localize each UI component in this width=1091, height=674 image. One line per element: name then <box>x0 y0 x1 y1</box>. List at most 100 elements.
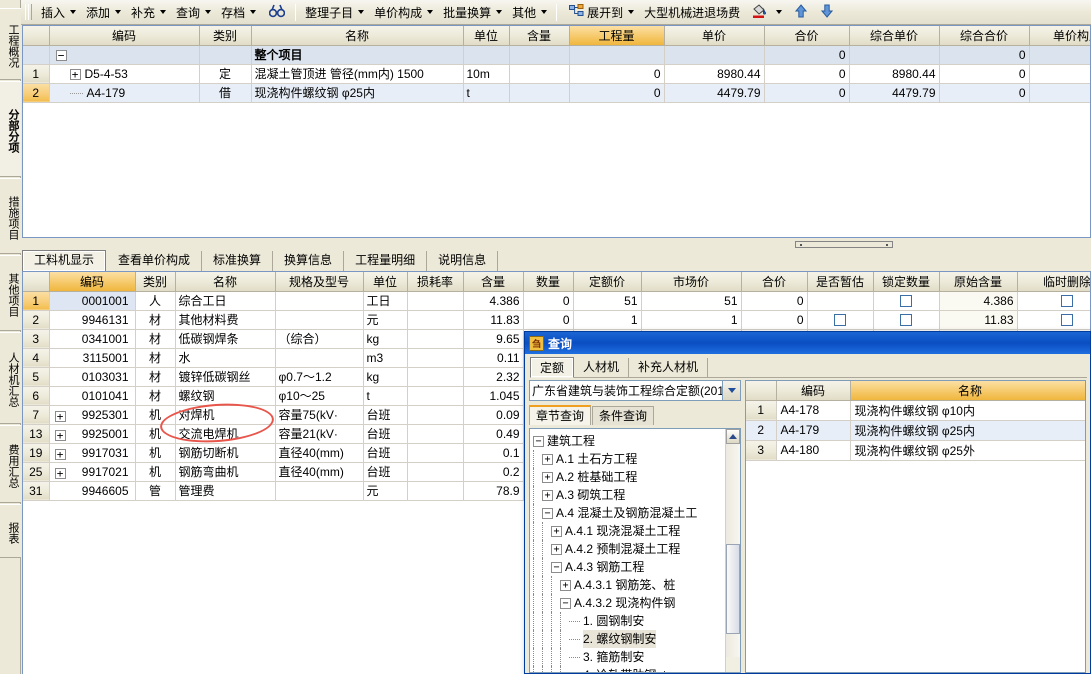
dialog-subtab-2[interactable]: 条件查询 <box>592 406 655 425</box>
lower-column-header-4[interactable]: 名称 <box>175 272 276 292</box>
item-grid[interactable]: 编码类别名称单位含量工程量单价合价综合单价综合合价单价构成文件−整个项目001+… <box>22 25 1091 238</box>
cell-total[interactable]: 0 <box>741 310 808 330</box>
cell-综合合价[interactable]: 0 <box>939 64 1030 84</box>
lower-column-header-12[interactable]: 合价 <box>741 272 808 292</box>
row-number[interactable]: 5 <box>23 367 50 387</box>
lower-column-header-15[interactable]: 原始含量 <box>939 272 1018 292</box>
cell-orig[interactable]: 11.83 <box>939 310 1018 330</box>
sidebar-tab-6[interactable]: 费用汇总 <box>0 425 21 503</box>
cell-content[interactable]: 2.32 <box>463 367 524 387</box>
scroll-up-button[interactable] <box>726 429 740 444</box>
row-number[interactable]: 31 <box>23 481 50 501</box>
cell-lock_qty[interactable] <box>873 291 940 311</box>
paint-bucket-button[interactable] <box>743 2 787 23</box>
cell-unit[interactable]: 元 <box>363 310 408 330</box>
cell-cat[interactable]: 人 <box>135 291 176 311</box>
lower-column-header-13[interactable]: 是否暂估 <box>807 272 874 292</box>
cell-unit[interactable]: kg <box>363 329 408 349</box>
splitter-grip[interactable] <box>795 241 893 248</box>
cell-合价[interactable]: 0 <box>764 45 850 65</box>
lower-column-header-14[interactable]: 锁定数量 <box>873 272 940 292</box>
cell-content[interactable]: 0.2 <box>463 462 524 482</box>
cell-cat[interactable]: 机 <box>135 462 176 482</box>
lower-column-header-8[interactable]: 含量 <box>463 272 524 292</box>
cell-loss[interactable] <box>407 386 464 406</box>
cell-工程量[interactable]: 0 <box>569 64 665 84</box>
cell-name[interactable]: 钢筋弯曲机 <box>175 462 276 482</box>
cell-loss[interactable] <box>407 462 464 482</box>
dialog-row-number[interactable]: 3 <box>746 440 777 461</box>
collapse-icon[interactable]: − <box>533 435 544 447</box>
row-number[interactable]: 6 <box>23 386 50 406</box>
cell-name[interactable]: 钢筋切断机 <box>175 443 276 463</box>
cell-code[interactable]: +9925001 <box>49 424 136 444</box>
cell-loss[interactable] <box>407 443 464 463</box>
cell-单价[interactable] <box>664 45 765 65</box>
cell-类别[interactable]: 借 <box>199 83 252 103</box>
column-header-7[interactable]: 工程量 <box>569 26 665 46</box>
row-number[interactable]: 25 <box>23 462 50 482</box>
cell-code[interactable]: 0101041 <box>49 386 136 406</box>
scroll-thumb[interactable] <box>726 544 740 634</box>
tree-node-14[interactable]: 4. 冷轧带肋钢аt <box>533 666 740 672</box>
cell-name[interactable]: 水 <box>175 348 276 368</box>
cell-unit[interactable]: 台班 <box>363 462 408 482</box>
cell-loss[interactable] <box>407 367 464 387</box>
lower-column-header-10[interactable]: 定额价 <box>573 272 642 292</box>
cell-单价[interactable]: 8980.44 <box>664 64 765 84</box>
cell-provisional[interactable] <box>807 310 874 330</box>
lower-column-header-3[interactable]: 类别 <box>135 272 176 292</box>
dialog-subtab-1[interactable]: 章节查询 <box>529 405 592 425</box>
column-header-8[interactable]: 单价 <box>664 26 765 46</box>
cell-content[interactable]: 0.1 <box>463 443 524 463</box>
cell-fixed_price[interactable]: 51 <box>573 291 642 311</box>
cell-name[interactable]: 低碳钢焊条 <box>175 329 276 349</box>
expand-icon[interactable]: + <box>69 68 81 80</box>
lower-column-header-6[interactable]: 单位 <box>363 272 408 292</box>
expand-icon[interactable]: + <box>54 467 66 479</box>
sidebar-tab-1[interactable]: 工程概况 <box>0 8 21 80</box>
cell-unit[interactable]: 台班 <box>363 424 408 444</box>
cell-code[interactable]: +9925301 <box>49 405 136 425</box>
tree-node-13[interactable]: 3. 箍筋制安 <box>533 648 740 666</box>
cell-name[interactable]: 其他材料费 <box>175 310 276 330</box>
dialog-cell-name[interactable]: 现浇构件螺纹钢 φ10内 <box>850 400 1085 421</box>
cell-name[interactable]: 镀锌低碳钢丝 <box>175 367 276 387</box>
cell-单位[interactable]: t <box>463 83 510 103</box>
tree-vertical-scrollbar[interactable] <box>725 429 740 672</box>
tree-node-7[interactable]: + A.4.2 预制混凝土工程 <box>533 540 740 558</box>
cell-market_price[interactable]: 51 <box>641 291 742 311</box>
expand-icon[interactable]: + <box>54 448 66 460</box>
cell-cat[interactable]: 材 <box>135 310 176 330</box>
dialog-cell-name[interactable]: 现浇构件螺纹钢 φ25外 <box>850 440 1085 461</box>
lower-column-header-7[interactable]: 损耗率 <box>407 272 464 292</box>
cell-类别[interactable]: 定 <box>199 64 252 84</box>
row-number[interactable]: 2 <box>23 83 50 103</box>
cell-spec[interactable]: 直径40(mm) <box>275 443 364 463</box>
cell-content[interactable]: 11.83 <box>463 310 524 330</box>
cell-code[interactable]: − <box>49 45 200 65</box>
cell-名称[interactable]: 整个项目 <box>251 45 464 65</box>
cell-综合单价[interactable]: 4479.79 <box>849 83 940 103</box>
checkbox-temp_del[interactable] <box>1061 314 1073 327</box>
row-number[interactable]: 1 <box>23 291 50 311</box>
expand-icon[interactable]: + <box>560 579 571 591</box>
cell-综合合价[interactable]: 0 <box>939 45 1030 65</box>
table-row[interactable]: 2A4-179借现浇构件螺纹钢 φ25内t04479.7904479.790[市… <box>23 83 1090 103</box>
cell-lock_qty[interactable] <box>873 310 940 330</box>
detail-tab-2[interactable]: 查看单价构成 <box>107 251 203 271</box>
sidebar-tab-7[interactable]: 报表 <box>0 504 21 558</box>
tree-node-2[interactable]: + A.1 土石方工程 <box>533 450 740 468</box>
query-dialog[interactable]: 刍 查询 定额 人材机 补充人材机 广东省建筑与装饰工程综合定额(201 章节查询条… <box>524 331 1091 674</box>
cell-name[interactable]: 综合工日 <box>175 291 276 311</box>
row-number[interactable]: 7 <box>23 405 50 425</box>
expand-icon[interactable]: + <box>542 453 553 465</box>
quota-library-select[interactable]: 广东省建筑与装饰工程综合定额(201 <box>529 380 741 401</box>
cell-类别[interactable] <box>199 45 252 65</box>
cell-code[interactable]: A4-179 <box>49 83 200 103</box>
find-button[interactable] <box>261 2 291 23</box>
cell-综合单价[interactable] <box>849 45 940 65</box>
cell-单价构成文件[interactable]: [市政工程] <box>1029 83 1090 103</box>
cell-含量[interactable] <box>509 45 570 65</box>
move-down-button[interactable] <box>813 2 839 23</box>
